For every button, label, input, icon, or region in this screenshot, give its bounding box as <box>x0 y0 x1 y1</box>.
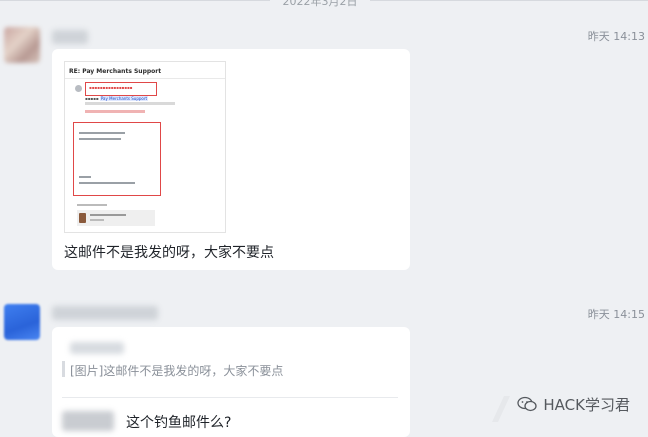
quoted-sender-redacted <box>70 342 124 354</box>
email-subject: RE: Pay Merchants Support <box>69 68 162 75</box>
email-sender-blurred: ▪▪▪▪▪▪▪▪▪▪▪▪▪▪▪▪ <box>89 85 133 90</box>
message-timestamp: 昨天 14:13 <box>587 30 645 43</box>
email-meta-line <box>85 102 175 105</box>
email-screenshot-image[interactable]: RE: Pay Merchants Support ▪▪▪▪▪▪▪▪▪▪▪▪▪▪… <box>64 61 226 233</box>
email-body-line <box>79 138 121 140</box>
attachment-name-line <box>90 214 126 216</box>
watermark: HACK学习君 <box>517 394 630 415</box>
divider-line-right <box>370 0 648 1</box>
quoted-message[interactable]: [图片]这邮件不是我发的呀，大家不要点 <box>70 362 283 379</box>
sender-name-redacted <box>52 306 158 320</box>
email-warning-line <box>85 110 145 113</box>
attachment-size-line <box>90 219 104 221</box>
email-body-line <box>79 132 125 134</box>
wechat-icon <box>517 396 538 412</box>
bubble-divider <box>62 397 398 398</box>
email-body-line <box>79 176 91 178</box>
attachment-file-icon <box>79 213 86 223</box>
reply-sender-redacted <box>62 411 114 431</box>
avatar[interactable] <box>4 304 40 340</box>
person-icon <box>75 85 82 92</box>
date-divider-text: 2022年3月2日 <box>282 0 358 8</box>
message-bubble: RE: Pay Merchants Support ▪▪▪▪▪▪▪▪▪▪▪▪▪▪… <box>52 49 410 270</box>
message-text: 这个钓鱼邮件么? <box>126 415 232 431</box>
email-body-line <box>79 182 135 184</box>
watermark-slash <box>492 396 510 422</box>
message-text: 这邮件不是我发的呀，大家不要点 <box>64 245 274 261</box>
avatar[interactable] <box>4 27 40 63</box>
attachment-label <box>77 204 107 206</box>
email-recipient: ▪▪▪▪▪ Pay Merchants Support <box>85 96 149 101</box>
divider-line-left <box>0 0 270 1</box>
message-timestamp: 昨天 14:15 <box>587 308 645 321</box>
quote-bar <box>62 361 65 377</box>
email-recipient-highlight: Pay Merchants Support <box>99 96 149 101</box>
attachment-item <box>77 210 155 226</box>
watermark-text: HACK学习君 <box>543 396 630 414</box>
sender-name-redacted <box>52 30 88 44</box>
email-subject-rule <box>65 78 225 79</box>
message-bubble: [图片]这邮件不是我发的呀，大家不要点 这个钓鱼邮件么? <box>52 327 410 437</box>
date-divider: 2022年3月2日 <box>0 0 648 8</box>
